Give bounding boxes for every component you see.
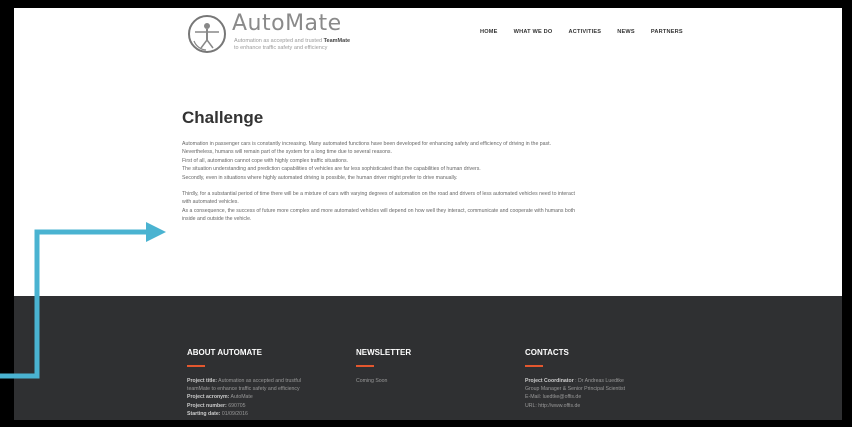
annotation-arrow-icon: [0, 222, 166, 379]
